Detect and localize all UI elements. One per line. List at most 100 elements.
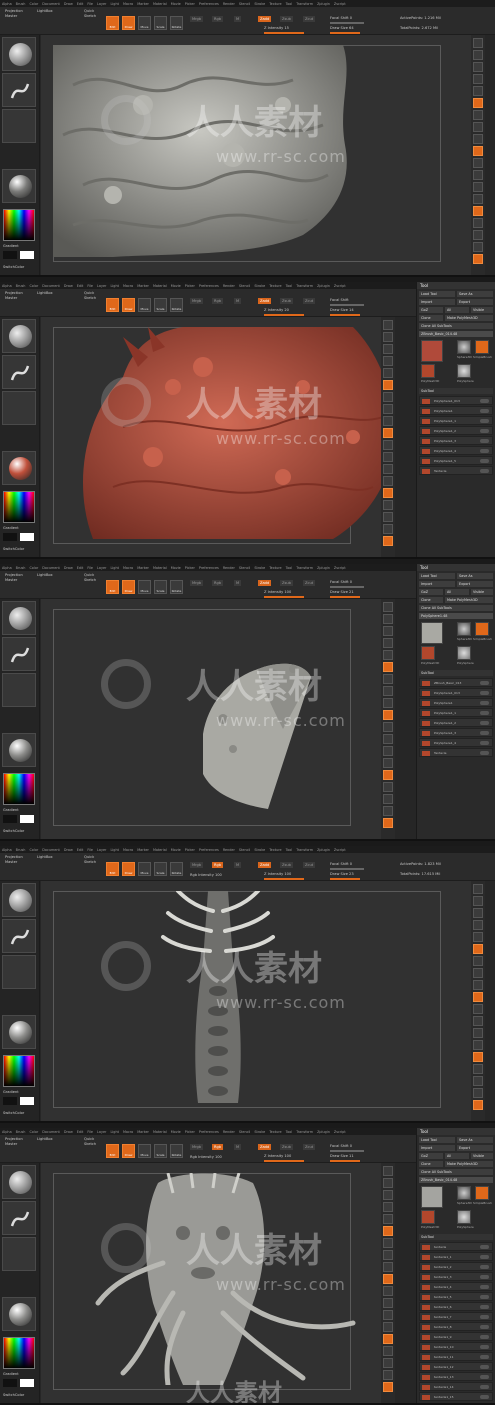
mrgb-button[interactable]: Mrgb [190, 298, 204, 304]
zcut-button[interactable]: Zcut [303, 16, 316, 22]
switch-color-button[interactable]: SwitchColor [3, 547, 24, 551]
right-shelf-button[interactable] [383, 782, 393, 792]
z-intensity-slider[interactable] [264, 314, 304, 316]
draw-size-slider[interactable] [330, 32, 360, 34]
subtool-item[interactable]: PolySphere1_2 [419, 426, 493, 435]
draw-size-slider[interactable] [330, 314, 360, 316]
right-shelf-button[interactable] [473, 1052, 483, 1062]
subtool-visibility-toggle[interactable] [480, 399, 489, 403]
subtool-visibility-toggle[interactable] [480, 429, 489, 433]
menu-item[interactable]: Tool [286, 2, 293, 6]
subtool-visibility-toggle[interactable] [480, 409, 489, 413]
subtool-item[interactable]: tentacle1_15 [419, 1392, 493, 1401]
menu-item[interactable]: Zplugin [317, 284, 330, 288]
make-polymesh-button[interactable]: Make PolyMesh3D [445, 315, 493, 321]
menu-item[interactable]: Stroke [254, 1130, 265, 1134]
menu-item[interactable]: Transform [296, 1130, 313, 1134]
right-shelf-button[interactable] [383, 638, 393, 648]
right-shelf-button[interactable] [383, 1202, 393, 1212]
menu-item[interactable]: Zscript [334, 1130, 346, 1134]
subtool-visibility-toggle[interactable] [480, 1355, 489, 1359]
menu-item[interactable]: Stencil [239, 284, 250, 288]
primary-color-swatch[interactable] [3, 1097, 17, 1105]
menu-item[interactable]: Render [223, 2, 235, 6]
menu-item[interactable]: Zplugin [317, 2, 330, 6]
subtool-item[interactable]: PolySphere1_5 [419, 456, 493, 465]
save-as-button[interactable]: Save As [457, 573, 493, 579]
right-shelf-button[interactable] [473, 1088, 483, 1098]
focal-shift-slider[interactable] [330, 304, 364, 306]
menu-item[interactable]: Document [42, 566, 60, 570]
document-viewport[interactable]: 人人素材 www.rr-sc.com [41, 881, 471, 1121]
rotate-mode-button[interactable]: Rotate [170, 580, 183, 594]
brush-slot[interactable] [2, 319, 36, 353]
subtool-visibility-toggle[interactable] [480, 711, 489, 715]
menu-item[interactable]: Material [153, 284, 167, 288]
rgb-button[interactable]: Rgb [212, 862, 224, 868]
menu-item[interactable]: Zplugin [317, 566, 330, 570]
secondary-color-swatch[interactable] [20, 251, 34, 259]
zadd-button[interactable]: Zadd [258, 16, 272, 22]
menu-item[interactable]: Alpha [2, 848, 12, 852]
color-picker[interactable] [3, 773, 35, 805]
right-shelf-button[interactable] [473, 98, 483, 108]
gradient-label[interactable]: Gradient [3, 808, 19, 812]
menu-item[interactable]: Color [29, 284, 38, 288]
subtool-item[interactable]: PolySphere1_3 [419, 436, 493, 445]
mrgb-button[interactable]: Mrgb [190, 1144, 204, 1150]
menu-item[interactable]: Marker [137, 284, 149, 288]
menu-item[interactable]: Movie [171, 1130, 181, 1134]
menu-item[interactable]: Marker [137, 2, 149, 6]
move-mode-button[interactable]: Move [138, 580, 151, 594]
import-button[interactable]: Import [419, 299, 455, 305]
switch-color-button[interactable]: SwitchColor [3, 1393, 24, 1397]
scale-mode-button[interactable]: Scale [154, 580, 167, 594]
right-shelf-button[interactable] [383, 1274, 393, 1284]
draw-size-readout[interactable]: Draw Size 64 [330, 26, 354, 30]
z-intensity-slider[interactable] [264, 878, 304, 880]
draw-size-readout[interactable]: Draw Size 11 [330, 1154, 354, 1158]
stroke-slot[interactable] [2, 637, 36, 671]
right-shelf-button[interactable] [473, 242, 483, 252]
move-mode-button[interactable]: Move [138, 1144, 151, 1158]
all-button[interactable]: All [445, 307, 469, 313]
menu-item[interactable]: Stencil [239, 2, 250, 6]
right-shelf-button[interactable] [383, 512, 393, 522]
right-shelf-button[interactable] [473, 254, 483, 264]
menu-item[interactable]: Brush [16, 848, 26, 852]
move-mode-button[interactable]: Move [138, 298, 151, 312]
subtool-item[interactable]: PolySphere1_4 [419, 738, 493, 747]
sphere3d-thumbnail[interactable] [457, 1186, 471, 1200]
subtool-item[interactable]: tentacle1_12 [419, 1362, 493, 1371]
alpha-slot[interactable] [2, 955, 36, 989]
menu-item[interactable]: Picker [185, 848, 195, 852]
rotate-mode-button[interactable]: Rotate [170, 862, 183, 876]
subtool-header[interactable]: SubTool [419, 388, 493, 394]
right-shelf-button[interactable] [383, 1358, 393, 1368]
menu-item[interactable]: Document [42, 1130, 60, 1134]
menu-item[interactable]: Movie [171, 566, 181, 570]
visible-button[interactable]: Visible [471, 589, 493, 595]
primary-color-swatch[interactable] [3, 251, 17, 259]
menu-item[interactable]: Alpha [2, 1130, 12, 1134]
right-shelf-button[interactable] [473, 194, 483, 204]
edit-mode-button[interactable]: Edit [106, 580, 119, 594]
menu-item[interactable]: Transform [296, 284, 313, 288]
menu-item[interactable]: Color [29, 2, 38, 6]
simplebrush-thumbnail[interactable] [475, 622, 489, 636]
gradient-label[interactable]: Gradient [3, 1090, 19, 1094]
edit-mode-button[interactable]: Edit [106, 298, 119, 312]
draw-size-readout[interactable]: Draw Size 23 [330, 872, 354, 876]
lightbox-button[interactable]: LightBox [37, 855, 53, 859]
material-slot[interactable] [2, 169, 36, 203]
import-button[interactable]: Import [419, 581, 455, 587]
subtool-item[interactable]: PolySphere1 [419, 406, 493, 415]
subtool-visibility-toggle[interactable] [480, 1345, 489, 1349]
polysphere-thumbnail[interactable] [457, 646, 471, 660]
right-shelf-button[interactable] [383, 818, 393, 828]
right-shelf-button[interactable] [383, 1370, 393, 1380]
clone-all-button[interactable]: Clone All SubTools [419, 323, 493, 329]
projection-master-button[interactable]: Projection Master [5, 9, 27, 18]
right-shelf-button[interactable] [383, 662, 393, 672]
right-shelf-button[interactable] [473, 122, 483, 132]
